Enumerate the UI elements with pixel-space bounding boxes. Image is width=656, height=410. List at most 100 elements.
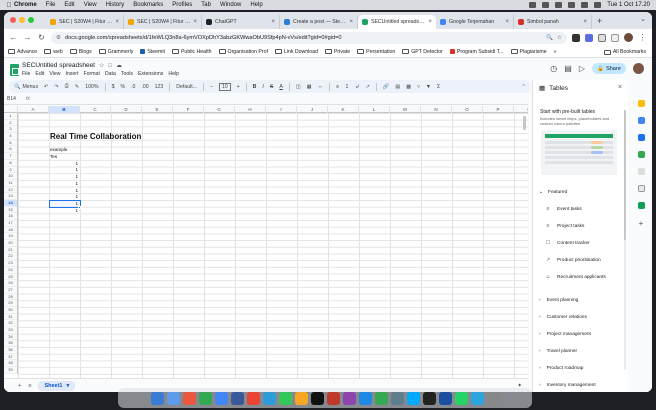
add-addon-icon[interactable]: + (639, 219, 644, 228)
history-icon[interactable]: ◷ (550, 64, 557, 73)
wrap-icon[interactable]: ↲ (355, 84, 359, 90)
row-header[interactable]: 31 (4, 314, 17, 321)
category-row[interactable]: › Inventory management (539, 383, 596, 388)
wifi-icon[interactable] (568, 2, 576, 8)
bookmark-item[interactable]: Persentation (357, 49, 395, 55)
tray-icon[interactable] (529, 2, 537, 8)
minimize-window-button[interactable] (19, 17, 25, 23)
menu-profiles[interactable]: Profiles (172, 2, 192, 8)
formula-input[interactable] (40, 95, 528, 104)
browser-tab[interactable]: SEC | S20W4 | Fitur da... × (124, 15, 202, 29)
featured-section-header[interactable]: ⌄ Featured (539, 190, 567, 195)
dock-app-icon[interactable] (246, 391, 260, 405)
sidepanel-icon[interactable] (611, 33, 619, 42)
column-header[interactable]: F (173, 106, 204, 113)
row-header[interactable]: 8 (4, 160, 17, 167)
tray-icon[interactable] (542, 2, 550, 8)
text-color-icon[interactable]: A (279, 84, 282, 90)
row-header[interactable]: 15 (4, 207, 17, 214)
move-folder-icon[interactable]: □ (108, 63, 112, 69)
menu-tab[interactable]: Tab (201, 2, 211, 8)
number-cell[interactable]: 1 (64, 188, 78, 193)
column-header[interactable]: G (204, 106, 235, 113)
maps-icon[interactable] (637, 151, 645, 158)
cells-area[interactable]: Real Time Collaboration example Tes 1111… (18, 113, 528, 378)
search-icon[interactable] (594, 2, 602, 8)
dock-app-icon[interactable] (358, 391, 372, 405)
undo-icon[interactable]: ↶ (44, 84, 48, 90)
dock-app-icon[interactable] (326, 391, 340, 405)
sheets-menu-edit[interactable]: Edit (35, 71, 44, 77)
zoom-select[interactable]: 100% (85, 84, 98, 90)
row-header[interactable]: 16 (4, 213, 17, 220)
panel-scrollbar[interactable] (624, 110, 626, 370)
fill-color-icon[interactable]: ◫ (296, 84, 301, 90)
star-icon[interactable]: ☆ (99, 62, 104, 69)
browser-tab[interactable]: Simbol panah × (514, 15, 592, 29)
sheets-logo-icon[interactable] (10, 64, 19, 76)
column-header[interactable]: K (328, 106, 359, 113)
tab-close-icon[interactable]: × (583, 19, 587, 25)
paint-format-icon[interactable]: ✎ (75, 84, 79, 90)
featured-template-item[interactable]: ≡ Event tasks (545, 207, 582, 213)
column-header[interactable]: M (390, 106, 421, 113)
number-cell[interactable]: 1 (64, 161, 78, 166)
zoom-icon[interactable]: 🔍 (546, 35, 553, 41)
bookmark-item[interactable]: Steemit (140, 49, 165, 55)
url-bar[interactable]: ⚙ docs.google.com/spreadsheets/d/1feWLQ3… (51, 31, 567, 44)
row-header[interactable]: 24 (4, 267, 17, 274)
row-header[interactable]: 35 (4, 340, 17, 348)
row-header[interactable]: 38 (4, 360, 17, 368)
category-row[interactable]: › Customer relations (539, 315, 587, 320)
close-icon[interactable]: × (618, 84, 622, 91)
row-header[interactable]: 22 (4, 253, 17, 261)
tab-search-icon[interactable]: ⌄ (640, 15, 646, 23)
comment-icon[interactable]: ▤ (395, 84, 400, 90)
font-size-input[interactable]: 10 (219, 82, 231, 91)
category-row[interactable]: › Project management (539, 332, 591, 337)
battery-icon[interactable] (581, 2, 589, 8)
row-header[interactable]: 10 (4, 173, 17, 180)
row-header[interactable]: 5 (4, 140, 17, 147)
sheets-menu-format[interactable]: Format (83, 71, 99, 77)
font-select[interactable]: Default... (176, 84, 197, 90)
category-row[interactable]: › Product roadmap (539, 366, 583, 371)
cell-heading[interactable]: Real Time Collaboration (50, 132, 141, 141)
dock-app-icon[interactable] (342, 391, 356, 405)
dock-app-icon[interactable] (182, 391, 196, 405)
bookmark-item[interactable]: Program Subsidi T... (449, 49, 504, 55)
menu-file[interactable]: File (46, 2, 56, 8)
add-sheet-button[interactable]: + (18, 383, 21, 389)
keep-icon[interactable] (637, 100, 645, 107)
cloud-status-icon[interactable]: ☁ (116, 62, 122, 69)
close-window-button[interactable] (10, 17, 16, 23)
bookmark-item[interactable]: Blogs (69, 49, 92, 55)
selected-cell[interactable] (49, 200, 81, 208)
row-header[interactable]: 4 (4, 133, 17, 140)
filter-icon[interactable]: ▿ (417, 84, 420, 90)
valign-icon[interactable]: ↧ (345, 84, 349, 90)
new-tab-button[interactable]: + (592, 15, 607, 29)
currency-format-button[interactable]: $ (112, 84, 115, 90)
row-header[interactable]: 13 (4, 193, 17, 200)
site-info-icon[interactable]: ⚙ (56, 35, 61, 41)
dock-app-icon[interactable] (486, 391, 500, 405)
browser-tab[interactable]: Create a post — Steem... × (280, 15, 358, 29)
bookmark-item[interactable]: Public Health (171, 49, 212, 55)
all-bookmarks[interactable]: All Bookmarks (603, 46, 646, 58)
column-header[interactable]: N (421, 106, 452, 113)
bookmark-star-icon[interactable]: ☆ (557, 35, 562, 41)
featured-template-item[interactable]: ☐ Content tracker (545, 241, 590, 247)
tab-close-icon[interactable]: × (428, 19, 432, 25)
profile-avatar[interactable] (624, 33, 633, 42)
chrome-menu-icon[interactable]: ⋮ (638, 33, 647, 42)
row-header[interactable]: 19 (4, 233, 17, 241)
row-header[interactable]: 34 (4, 334, 17, 341)
chart-icon[interactable]: ▩ (406, 84, 411, 90)
column-header[interactable]: C (80, 106, 111, 113)
bookmark-item[interactable]: Organisation Prof (218, 49, 268, 55)
bookmark-item[interactable]: web (44, 49, 63, 55)
sheets-menu-tools[interactable]: Tools (121, 71, 133, 77)
sheet-tab-sheet1[interactable]: Sheet1 ▾ (38, 380, 76, 391)
table-icon[interactable] (637, 202, 645, 209)
